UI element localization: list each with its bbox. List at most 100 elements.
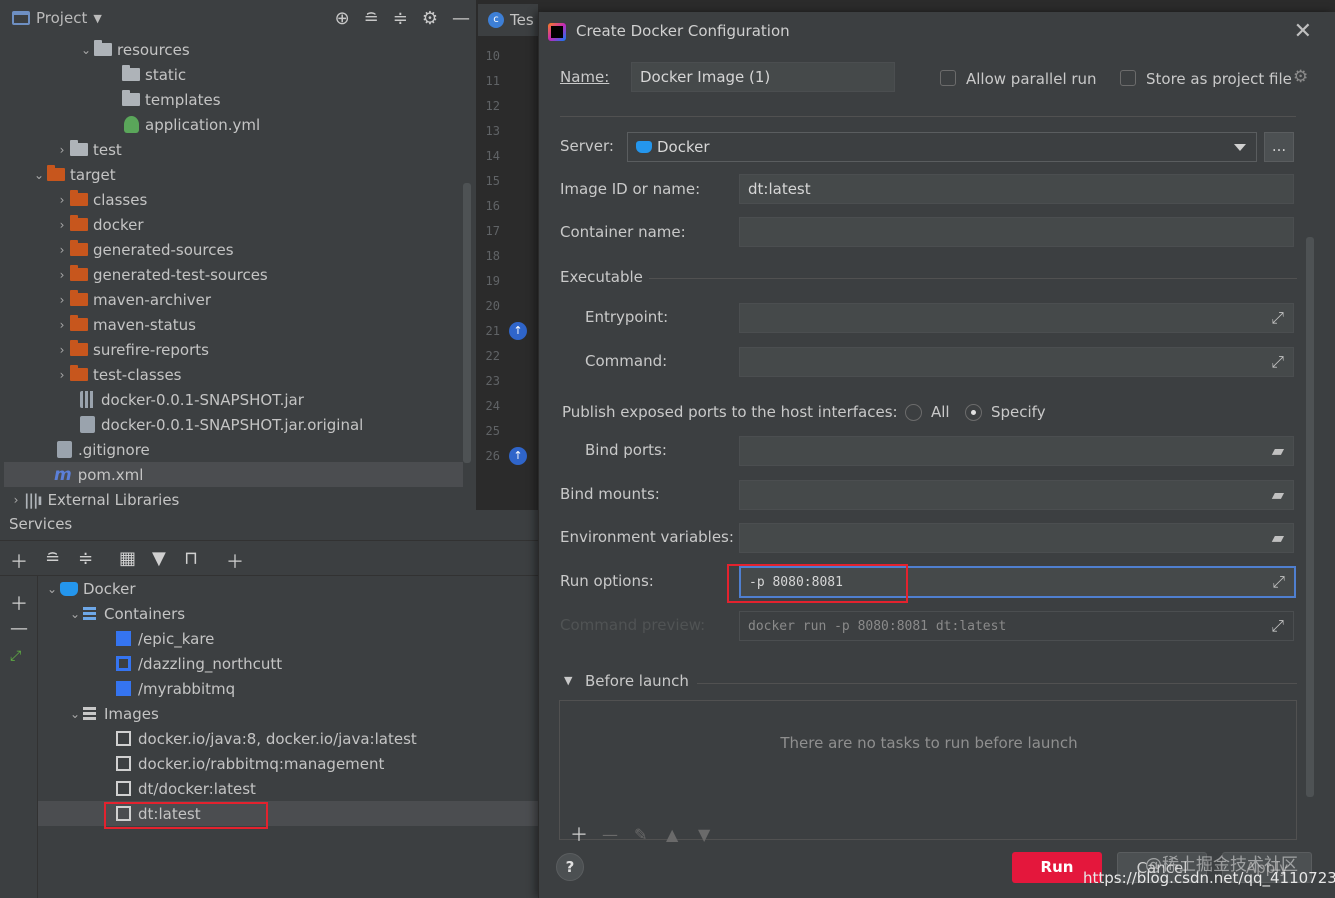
line-number: 18 bbox=[485, 249, 500, 263]
expand-icon[interactable]: ⤢ bbox=[1271, 308, 1284, 328]
chevron-down-icon[interactable]: ▼ bbox=[564, 674, 572, 687]
help-button[interactable]: ? bbox=[556, 853, 584, 881]
tree-item-gitignore[interactable]: .gitignore bbox=[57, 437, 150, 462]
containers-icon bbox=[83, 607, 96, 620]
expand-icon[interactable]: ⤢ bbox=[1272, 572, 1285, 592]
tree-item-application-yml[interactable]: application.yml bbox=[124, 112, 260, 137]
remove-icon[interactable]: — bbox=[10, 618, 28, 639]
before-launch-task-list: There are no tasks to run before launch … bbox=[559, 700, 1297, 846]
entrypoint-field[interactable]: ⤢ bbox=[739, 303, 1294, 333]
container-name-field[interactable] bbox=[739, 217, 1294, 247]
folder-open-icon[interactable]: ▰ bbox=[1272, 528, 1284, 547]
command-preview-label: Command preview: bbox=[560, 616, 706, 634]
before-launch-label[interactable]: Before launch bbox=[585, 672, 689, 690]
tree-item-classes[interactable]: › classes bbox=[54, 187, 147, 212]
command-preview-value: docker run -p 8080:8081 dt:latest bbox=[748, 618, 1007, 634]
publish-specify-radio[interactable] bbox=[965, 404, 982, 421]
tree-item-surefire-reports[interactable]: › surefire-reports bbox=[54, 337, 209, 362]
line-number: 14 bbox=[485, 149, 500, 163]
folder-open-icon[interactable]: ▰ bbox=[1272, 485, 1284, 504]
service-node-image[interactable]: dt/docker:latest bbox=[116, 776, 256, 801]
group-by-icon[interactable]: ▦ bbox=[119, 548, 136, 569]
gear-icon[interactable]: ⚙ bbox=[422, 8, 438, 29]
tree-item-generated-test-sources[interactable]: › generated-test-sources bbox=[54, 262, 268, 287]
command-field[interactable]: ⤢ bbox=[739, 347, 1294, 377]
environment-variables-label: Environment variables: bbox=[560, 528, 734, 546]
service-node-container[interactable]: /dazzling_northcutt bbox=[116, 651, 282, 676]
tree-item-maven-archiver[interactable]: › maven-archiver bbox=[54, 287, 211, 312]
image-id-field[interactable]: dt:latest bbox=[739, 174, 1294, 204]
new-tab-icon[interactable]: ⊓ bbox=[184, 548, 198, 569]
dialog-scrollbar[interactable] bbox=[1306, 237, 1314, 797]
tree-item-docker[interactable]: › docker bbox=[54, 212, 144, 237]
locate-icon[interactable]: ⊕ bbox=[335, 8, 350, 29]
folder-icon bbox=[94, 40, 112, 56]
project-view-selector[interactable]: Project ▼ bbox=[12, 9, 102, 27]
connect-icon[interactable]: ⤢ bbox=[10, 648, 21, 664]
add-icon[interactable]: ＋ bbox=[570, 821, 588, 847]
minimize-icon[interactable]: — bbox=[452, 8, 470, 29]
line-number: 15 bbox=[485, 174, 500, 188]
server-dropdown[interactable]: Docker bbox=[627, 132, 1257, 162]
service-node-container[interactable]: /epic_kare bbox=[116, 626, 214, 651]
line-number: 10 bbox=[485, 49, 500, 63]
tree-item-jar-original[interactable]: docker-0.0.1-SNAPSHOT.jar.original bbox=[80, 412, 363, 437]
tree-item-templates[interactable]: templates bbox=[122, 87, 221, 112]
allow-parallel-run-checkbox[interactable] bbox=[940, 70, 956, 86]
move-up-icon[interactable]: ▲ bbox=[666, 825, 678, 844]
service-node-containers[interactable]: ⌄ Containers bbox=[67, 601, 185, 626]
chevron-right-icon: › bbox=[59, 317, 65, 332]
tree-item-maven-status[interactable]: › maven-status bbox=[54, 312, 196, 337]
bind-ports-field[interactable]: ▰ bbox=[739, 436, 1294, 466]
filter-icon[interactable]: ▼ bbox=[152, 548, 166, 569]
folder-open-icon[interactable]: ▰ bbox=[1272, 441, 1284, 460]
service-node-docker[interactable]: ⌄ Docker bbox=[44, 576, 136, 601]
add-icon[interactable]: ＋ bbox=[10, 548, 28, 574]
move-down-icon[interactable]: ▼ bbox=[698, 825, 710, 844]
tree-item-test-classes[interactable]: › test-classes bbox=[54, 362, 182, 387]
store-as-project-file-label: Store as project file bbox=[1146, 70, 1292, 88]
service-node-image[interactable]: docker.io/java:8, docker.io/java:latest bbox=[116, 726, 417, 751]
override-gutter-icon[interactable]: ↑ bbox=[509, 447, 527, 465]
service-node-label: Containers bbox=[104, 604, 186, 623]
collapse-all-icon[interactable]: ≑ bbox=[78, 548, 93, 569]
expand-icon[interactable]: ⤢ bbox=[1271, 352, 1284, 372]
expand-all-icon[interactable]: ≘ bbox=[364, 8, 379, 29]
override-gutter-icon[interactable]: ↑ bbox=[509, 322, 527, 340]
store-as-project-file-checkbox[interactable] bbox=[1120, 70, 1136, 86]
tree-item-external-libraries[interactable]: › |||ı External Libraries bbox=[8, 487, 180, 512]
folder-icon bbox=[70, 140, 88, 156]
tree-item-static[interactable]: static bbox=[122, 62, 186, 87]
edit-icon[interactable]: ✎ bbox=[634, 825, 647, 844]
tree-item-pom-xml[interactable]: m pom.xml bbox=[4, 462, 463, 487]
tree-item-target[interactable]: ⌄ target bbox=[31, 162, 116, 187]
service-node-container[interactable]: /myrabbitmq bbox=[116, 676, 235, 701]
chevron-right-icon: › bbox=[59, 367, 65, 382]
expand-icon[interactable]: ⤢ bbox=[1271, 616, 1284, 636]
service-node-image[interactable]: docker.io/rabbitmq:management bbox=[116, 751, 384, 776]
environment-variables-field[interactable]: ▰ bbox=[739, 523, 1294, 553]
tree-item-resources[interactable]: ⌄ resources bbox=[78, 37, 190, 62]
tree-item-test[interactable]: › test bbox=[54, 137, 122, 162]
tree-item-label: maven-status bbox=[93, 315, 196, 334]
line-number: 19 bbox=[485, 274, 500, 288]
tree-item-jar[interactable]: docker-0.0.1-SNAPSHOT.jar bbox=[80, 387, 304, 412]
chevron-down-icon bbox=[1234, 144, 1246, 151]
collapse-all-icon[interactable]: ≑ bbox=[393, 8, 408, 29]
bind-mounts-field[interactable]: ▰ bbox=[739, 480, 1294, 510]
divider bbox=[697, 683, 1297, 684]
editor-tab[interactable]: c Tes bbox=[478, 4, 538, 36]
name-field[interactable]: Docker Image (1) bbox=[631, 62, 895, 92]
expand-all-icon[interactable]: ≘ bbox=[45, 548, 60, 569]
remove-icon[interactable]: — bbox=[602, 825, 618, 844]
service-node-images[interactable]: ⌄ Images bbox=[67, 701, 159, 726]
gear-icon[interactable]: ⚙ bbox=[1293, 67, 1308, 87]
close-icon[interactable]: ✕ bbox=[1294, 19, 1312, 44]
add-icon[interactable]: ＋ bbox=[10, 590, 28, 616]
tree-item-generated-sources[interactable]: › generated-sources bbox=[54, 237, 234, 262]
server-more-button[interactable]: ... bbox=[1264, 132, 1294, 162]
add-service-icon[interactable]: ＋ bbox=[226, 548, 244, 574]
image-icon bbox=[116, 731, 131, 746]
project-scrollbar[interactable] bbox=[463, 183, 471, 463]
publish-all-radio[interactable] bbox=[905, 404, 922, 421]
